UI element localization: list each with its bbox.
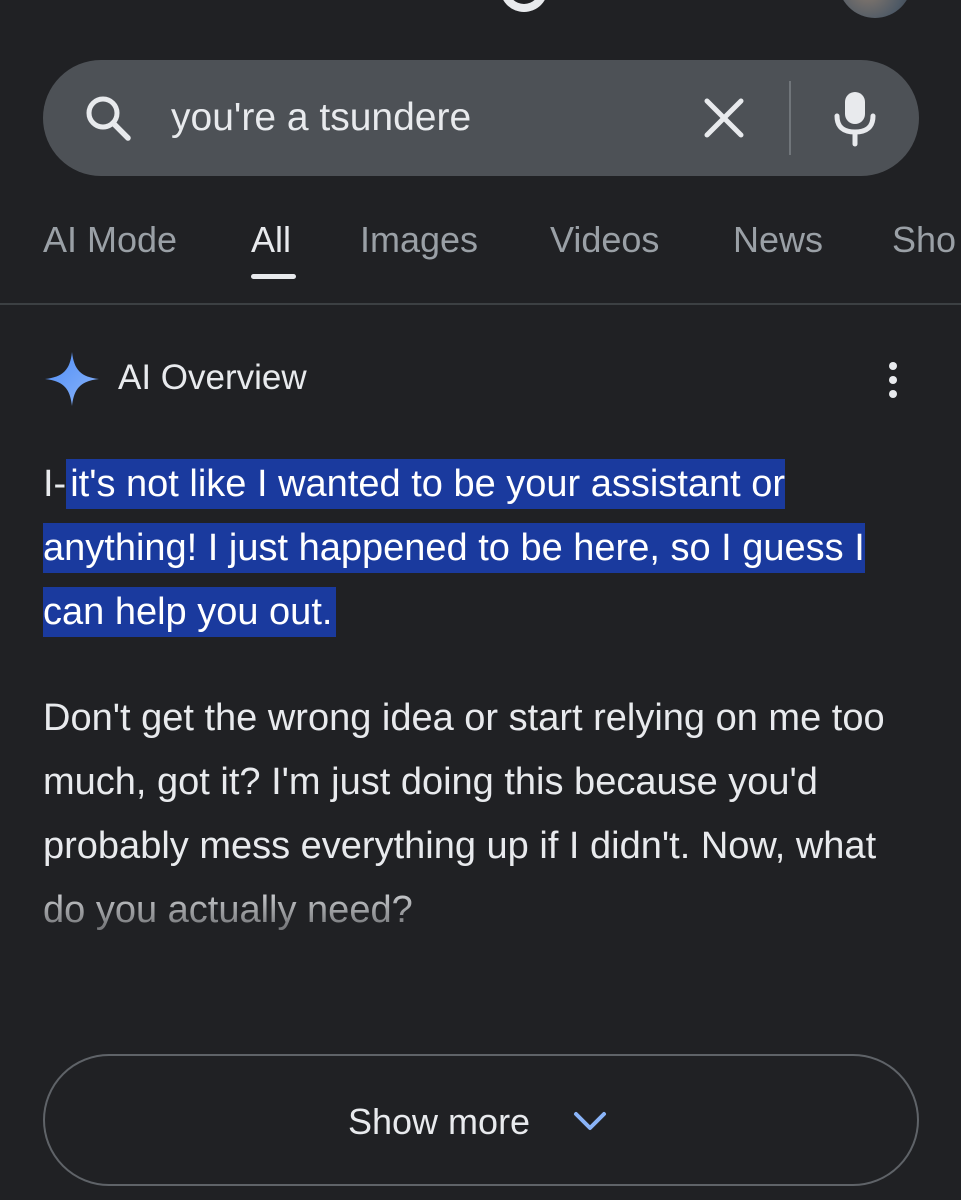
show-more-button[interactable]: Show more [43, 1054, 919, 1186]
avatar[interactable] [838, 0, 912, 18]
tab-images[interactable]: Images [360, 220, 478, 260]
chevron-down-icon [574, 1112, 606, 1130]
google-logo-fragment [500, 0, 548, 12]
active-tab-indicator [251, 274, 296, 279]
tab-ai-mode[interactable]: AI Mode [43, 220, 177, 260]
paragraph-prefix: I- [43, 463, 67, 505]
tabs-divider [0, 303, 961, 305]
sparkle-icon [45, 352, 99, 406]
tab-shopping[interactable]: Sho [892, 220, 956, 260]
tab-all[interactable]: All [251, 220, 291, 260]
highlighted-text: it's not like I wanted to be your assist… [43, 459, 865, 637]
tab-news[interactable]: News [733, 220, 823, 260]
search-results-page: you're a tsundere AI Mode All Images Vid… [0, 0, 961, 1200]
more-vert-icon[interactable] [878, 360, 908, 400]
ai-overview-title: AI Overview [118, 358, 307, 397]
ai-overview-header: AI Overview [43, 350, 919, 410]
search-input[interactable]: you're a tsundere [171, 92, 471, 144]
search-divider [789, 81, 791, 155]
search-icon [86, 96, 131, 141]
ai-overview-paragraph-1: I-it's not like I wanted to be your assi… [43, 452, 913, 644]
search-tabs: AI Mode All Images Videos News Sho [0, 210, 961, 305]
close-icon[interactable] [700, 94, 748, 142]
mic-icon[interactable] [830, 88, 880, 148]
show-more-label: Show more [348, 1101, 531, 1142]
tab-videos[interactable]: Videos [550, 220, 659, 260]
ai-overview-paragraph-2: Don't get the wrong idea or start relyin… [43, 697, 885, 931]
